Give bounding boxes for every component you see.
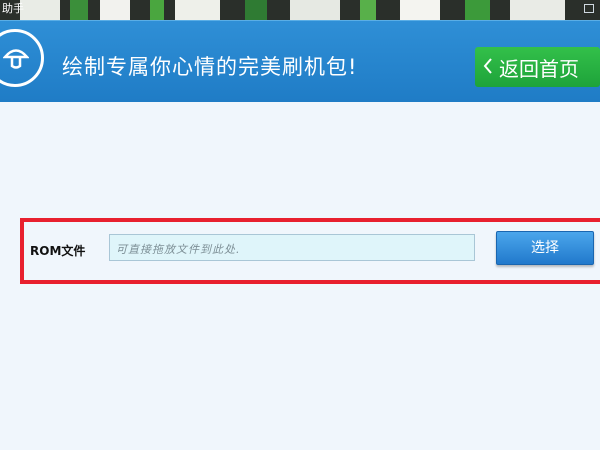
- rom-file-input[interactable]: 可直接拖放文件到此处.: [109, 234, 475, 261]
- window-title: 助手: [2, 2, 24, 15]
- header-slogan: 绘制专属你心情的完美刷机包!: [62, 55, 358, 79]
- back-home-button[interactable]: 返回首页: [475, 47, 600, 87]
- background-photo-strip: 助手: [0, 0, 600, 20]
- mushroom-logo-icon: [0, 29, 44, 87]
- rom-file-label: ROM文件: [30, 244, 86, 258]
- select-file-button[interactable]: 选择: [496, 231, 594, 265]
- back-home-label: 返回首页: [499, 56, 579, 81]
- rom-select-panel: ROM文件 可直接拖放文件到此处. 选择: [20, 218, 600, 284]
- chevron-left-icon: [483, 55, 493, 79]
- window-restore-button[interactable]: [584, 4, 594, 13]
- header-banner: 绘制专属你心情的完美刷机包! 返回首页: [0, 20, 600, 102]
